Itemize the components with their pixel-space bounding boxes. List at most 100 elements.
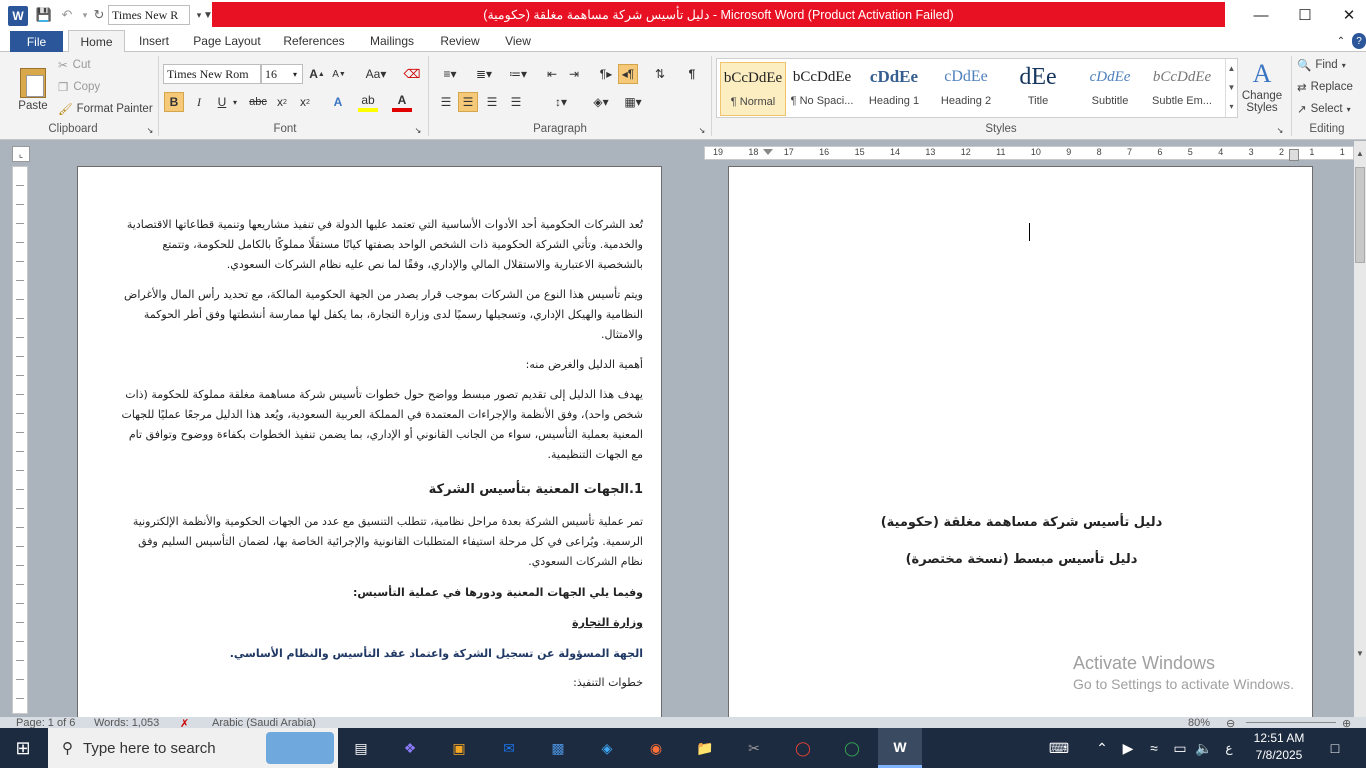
horizontal-ruler[interactable]: 19 18 17 16 15 14 13 12 11 10 9 8 7 6 5 4 3 2 1 1 bbox=[704, 146, 1354, 161]
tab-insert[interactable]: Insert bbox=[132, 30, 176, 52]
copilot-icon[interactable]: ❖ bbox=[395, 734, 425, 762]
vertical-ruler[interactable] bbox=[12, 166, 28, 714]
align-right-icon[interactable]: ☰ bbox=[482, 92, 502, 112]
ruler-right-indent-marker[interactable] bbox=[1289, 149, 1299, 161]
tab-file[interactable]: File bbox=[10, 31, 63, 52]
windows-start-icon[interactable]: ⊞ bbox=[8, 734, 38, 762]
store-icon[interactable]: ▣ bbox=[444, 734, 474, 762]
outlook-icon[interactable]: ✉ bbox=[494, 734, 524, 762]
style-no-spacing[interactable]: bCcDdEe ¶ No Spaci... bbox=[789, 62, 855, 116]
font-name-combo[interactable]: Times New Rom bbox=[163, 64, 261, 84]
page-2[interactable]: تُعد الشركات الحكومية أحد الأدوات الأساس… bbox=[77, 166, 662, 726]
input-language[interactable]: ع bbox=[1218, 734, 1240, 762]
meet-now-icon[interactable]: ▶ bbox=[1116, 734, 1140, 762]
tab-selector-icon[interactable]: ⌞ bbox=[12, 146, 30, 162]
font-color-icon[interactable]: A bbox=[392, 92, 412, 112]
format-painter-button[interactable]: 🖌 Format Painter bbox=[58, 102, 153, 116]
sort-icon[interactable]: ⇅ bbox=[650, 64, 670, 84]
zoom-in-icon[interactable]: ⊕ bbox=[1342, 717, 1351, 728]
clipboard-launcher-icon[interactable]: ↘ bbox=[144, 124, 156, 136]
page-1[interactable]: دليل تأسيس شركة مساهمة مغلقة (حكومية) دل… bbox=[728, 166, 1313, 726]
tab-view[interactable]: View bbox=[500, 30, 536, 52]
redo-icon[interactable]: ↻ bbox=[90, 6, 108, 24]
styles-scroll-icon[interactable]: ▲ ▼ ▾ bbox=[1225, 59, 1237, 117]
undo-icon[interactable]: ↶ bbox=[58, 6, 76, 24]
ruler-indent-marker[interactable] bbox=[763, 149, 773, 155]
rtl-icon[interactable]: ◂¶ bbox=[618, 64, 638, 84]
line-spacing-icon[interactable]: ↕▾ bbox=[548, 92, 574, 112]
tab-references[interactable]: References bbox=[280, 30, 348, 52]
select-button[interactable]: ↗ Select ▾ bbox=[1297, 102, 1351, 116]
shrink-font-icon[interactable]: A ▼ bbox=[329, 64, 349, 84]
word-taskbar-icon[interactable]: W bbox=[878, 728, 922, 768]
tab-page-layout[interactable]: Page Layout bbox=[190, 30, 264, 52]
close-button[interactable]: ✕ bbox=[1326, 0, 1366, 30]
battery-icon[interactable]: ▭ bbox=[1168, 734, 1192, 762]
notifications-icon[interactable]: □ bbox=[1322, 734, 1348, 762]
minimize-button[interactable]: — bbox=[1238, 0, 1284, 30]
ltr-icon[interactable]: ¶▸ bbox=[596, 64, 616, 84]
volume-icon[interactable]: 🔈 bbox=[1192, 734, 1216, 762]
strikethrough-button[interactable]: abc bbox=[248, 92, 268, 112]
show-marks-icon[interactable]: ¶ bbox=[682, 64, 702, 84]
bold-button[interactable]: B bbox=[164, 92, 184, 112]
cut-button[interactable]: ✂ Cut bbox=[58, 58, 91, 72]
scroll-down-icon[interactable]: ▼ bbox=[1354, 649, 1366, 658]
change-styles-button[interactable]: A Change Styles bbox=[1240, 58, 1284, 120]
clear-formatting-icon[interactable]: ⌫ bbox=[402, 64, 422, 84]
chrome-icon[interactable]: ◯ bbox=[788, 734, 818, 762]
subscript-button[interactable]: x2 bbox=[272, 92, 292, 112]
change-case-icon[interactable]: Aa▾ bbox=[362, 64, 390, 84]
bullets-icon[interactable]: ≡▾ bbox=[436, 64, 464, 84]
snipping-tool-icon[interactable]: ✂ bbox=[739, 734, 769, 762]
tab-home[interactable]: Home bbox=[68, 30, 125, 53]
underline-button[interactable]: U bbox=[212, 92, 232, 112]
font-launcher-icon[interactable]: ↘ bbox=[412, 124, 424, 136]
style-normal[interactable]: bCcDdEe ¶ Normal bbox=[720, 62, 786, 116]
wifi-icon[interactable]: ≈ bbox=[1142, 734, 1166, 762]
keyboard-icon[interactable]: ⌨ bbox=[1044, 734, 1074, 762]
page-count[interactable]: Page: 1 of 6 bbox=[16, 717, 75, 728]
justify-icon[interactable]: ☰ bbox=[506, 92, 526, 112]
paragraph-launcher-icon[interactable]: ↘ bbox=[696, 124, 708, 136]
style-heading-2[interactable]: cDdEe Heading 2 bbox=[933, 62, 999, 116]
underline-dropdown-icon[interactable]: ▾ bbox=[230, 92, 240, 112]
replace-button[interactable]: ⇄ Replace bbox=[1297, 80, 1353, 94]
style-subtitle[interactable]: cDdEe Subtitle bbox=[1077, 62, 1143, 116]
zoom-level[interactable]: 80% bbox=[1188, 717, 1210, 728]
italic-button[interactable]: I bbox=[189, 92, 209, 112]
proofing-icon[interactable]: ✗ bbox=[180, 717, 189, 728]
increase-indent-icon[interactable]: ⇥ bbox=[564, 64, 584, 84]
word-count[interactable]: Words: 1,053 bbox=[94, 717, 159, 728]
text-highlight-icon[interactable]: ab bbox=[358, 92, 378, 112]
font-size-combo[interactable]: 16 ▾ bbox=[261, 64, 303, 84]
text-effects-icon[interactable]: A bbox=[328, 92, 348, 112]
zoom-out-icon[interactable]: ⊖ bbox=[1226, 717, 1235, 728]
superscript-button[interactable]: x2 bbox=[295, 92, 315, 112]
app-icon[interactable]: ▩ bbox=[543, 734, 573, 762]
tab-mailings[interactable]: Mailings bbox=[364, 30, 420, 52]
style-subtle-emphasis[interactable]: bCcDdEe Subtle Em... bbox=[1149, 62, 1215, 116]
file-explorer-icon[interactable]: 📁 bbox=[690, 734, 720, 762]
tray-up-icon[interactable]: ⌃ bbox=[1090, 734, 1114, 762]
style-title[interactable]: dEe Title bbox=[1005, 62, 1071, 116]
align-left-icon[interactable]: ☰ bbox=[436, 92, 456, 112]
edge-icon[interactable]: ◈ bbox=[592, 734, 622, 762]
task-view-icon[interactable]: ▤ bbox=[346, 734, 376, 762]
zoom-slider[interactable] bbox=[1246, 722, 1336, 723]
copy-button[interactable]: ❐ Copy bbox=[58, 80, 100, 94]
clock[interactable]: 12:51 AM 7/8/2025 bbox=[1244, 730, 1314, 766]
shading-icon[interactable]: ◈▾ bbox=[588, 92, 614, 112]
vertical-scrollbar[interactable]: ▲ ▼ bbox=[1354, 141, 1366, 717]
maximize-button[interactable]: ☐ bbox=[1282, 0, 1328, 30]
chrome-profile-icon[interactable]: ◯ bbox=[837, 734, 867, 762]
scroll-thumb[interactable] bbox=[1355, 167, 1365, 263]
style-heading-1[interactable]: cDdEe Heading 1 bbox=[861, 62, 927, 116]
qat-font-combo[interactable]: Times New R bbox=[108, 5, 190, 25]
align-center-icon[interactable]: ☰ bbox=[458, 92, 478, 112]
language-status[interactable]: Arabic (Saudi Arabia) bbox=[212, 717, 316, 728]
taskbar-search-box[interactable]: ⚲ Type here to search bbox=[48, 728, 338, 768]
styles-launcher-icon[interactable]: ↘ bbox=[1274, 124, 1286, 136]
scroll-up-icon[interactable]: ▲ bbox=[1354, 149, 1366, 158]
word-app-icon[interactable]: W bbox=[8, 6, 28, 26]
